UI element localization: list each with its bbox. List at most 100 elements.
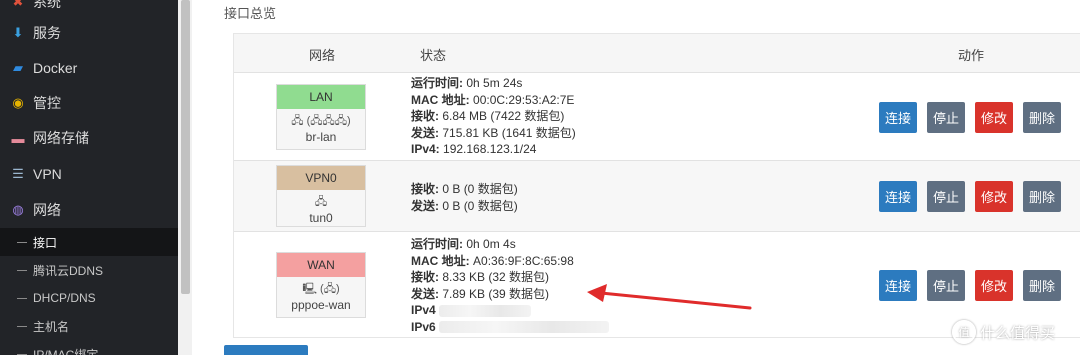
interface-card-wan: WAN 🖳 (🖧) pppoe-wan (276, 252, 366, 318)
connect-button[interactable]: 连接 (879, 181, 917, 212)
redacted-value (439, 321, 610, 334)
row-actions: 连接 停止 修改 删除 (879, 270, 1061, 301)
dash-icon (17, 241, 27, 243)
ethernet-port-icons: 🖧 (🖧🖧🖧) (291, 115, 351, 127)
dash-icon (17, 325, 27, 327)
table-row-lan: LAN 🖧 (🖧🖧🖧) br-lan 运行时间: 0h 5m 24s MAC 地… (234, 72, 1080, 161)
sidebar-item-network[interactable]: ◍ 网络 (0, 194, 178, 226)
interface-name: LAN (277, 85, 365, 109)
sidebar-scrollbar-thumb[interactable] (181, 0, 190, 294)
stop-button[interactable]: 停止 (927, 270, 965, 301)
interface-card-vpn0: VPN0 🖧 tun0 (276, 165, 366, 227)
sidebar-item-system[interactable]: ✖ 系统 (0, 0, 178, 18)
sidebar-subitem-ipmac[interactable]: IP/MAC绑定 (0, 340, 178, 355)
edit-button[interactable]: 修改 (975, 270, 1013, 301)
delete-button[interactable]: 删除 (1023, 181, 1061, 212)
status-label: IPv4: (411, 142, 440, 156)
edit-button[interactable]: 修改 (975, 181, 1013, 212)
status-label: 运行时间: (411, 76, 463, 90)
sidebar-subitem-label: IP/MAC绑定 (33, 347, 99, 355)
sidebar-item-services[interactable]: ⬇ 服务 (0, 17, 178, 49)
storage-icon: ▬ (11, 130, 25, 146)
column-header-status: 状态 (420, 48, 447, 63)
sidebar-item-label: 网络 (33, 202, 61, 218)
sidebar-subitem-label: 主机名 (33, 319, 70, 334)
section-title: 接口总览 (224, 6, 277, 21)
column-header-action: 动作 (958, 48, 985, 63)
list-icon: ☰ (12, 166, 24, 181)
sidebar-subitem-ddns[interactable]: 腾讯云DDNS (0, 256, 178, 284)
status-value: 0h 5m 24s (466, 76, 523, 90)
interface-device: br-lan (305, 130, 337, 144)
save-button-partial[interactable] (224, 345, 308, 355)
sidebar-item-label: Docker (33, 60, 78, 76)
status-label: 接收: (411, 270, 439, 284)
download-icon: ⬇ (12, 25, 24, 40)
interface-status: 运行时间: 0h 5m 24s MAC 地址: 00:0C:29:53:A2:7… (411, 75, 576, 158)
row-actions: 连接 停止 修改 删除 (879, 102, 1061, 133)
sidebar-item-label: 管控 (33, 95, 61, 111)
interface-status: 接收: 0 B (0 数据包) 发送: 0 B (0 数据包) (411, 181, 518, 214)
delete-button[interactable]: 删除 (1023, 270, 1061, 301)
status-label: IPv4 (411, 303, 436, 317)
status-label: 运行时间: (411, 237, 463, 251)
ethernet-port-icon: 🖧 (314, 196, 328, 208)
connect-button[interactable]: 连接 (879, 270, 917, 301)
sidebar-item-control[interactable]: ◉ 管控 (0, 87, 178, 119)
interface-name: VPN0 (277, 166, 365, 190)
interface-card-lan: LAN 🖧 (🖧🖧🖧) br-lan (276, 84, 366, 150)
table-header: 网络 状态 动作 (234, 34, 1080, 72)
status-label: MAC 地址: (411, 92, 470, 107)
dash-icon (17, 353, 27, 355)
status-value: 715.81 KB (1641 数据包) (442, 125, 576, 140)
watermark-logo-icon: 值 (952, 320, 976, 344)
ethernet-port-icons: 🖳 (🖧) (302, 283, 340, 295)
sidebar: ✖ 系统 ⬇ 服务 ▰ Docker ◉ 管控 ▬ 网络存储 ☰ VPN ◍ 网… (0, 0, 178, 355)
sidebar-subitem-dhcp[interactable]: DHCP/DNS (0, 284, 178, 312)
connect-button[interactable]: 连接 (879, 102, 917, 133)
stop-button[interactable]: 停止 (927, 102, 965, 133)
interface-device: pppoe-wan (291, 298, 351, 312)
shield-icon: ◉ (12, 95, 24, 110)
sidebar-subitem-interfaces[interactable]: 接口 (0, 228, 178, 256)
sidebar-item-docker[interactable]: ▰ Docker (0, 52, 178, 84)
sidebar-item-label: VPN (33, 166, 62, 182)
delete-button[interactable]: 删除 (1023, 102, 1061, 133)
dash-icon (17, 297, 27, 299)
status-label: 接收: (411, 109, 439, 123)
sidebar-item-label: 服务 (33, 25, 61, 41)
edit-button[interactable]: 修改 (975, 102, 1013, 133)
watermark-text: 什么值得买 (980, 324, 1056, 342)
sidebar-item-label: 网络存储 (33, 130, 89, 146)
status-value: A0:36:9F:8C:65:98 (473, 253, 574, 268)
interface-name: WAN (277, 253, 365, 277)
docker-icon: ▰ (13, 60, 23, 75)
status-value: 00:0C:29:53:A2:7E (473, 92, 575, 107)
annotation-arrow-icon (587, 284, 752, 310)
x-icon: ✖ (12, 0, 24, 9)
watermark: 值 什么值得买 (952, 320, 1055, 344)
status-label: MAC 地址: (411, 253, 470, 268)
status-value: 0 B (0 数据包) (442, 182, 518, 196)
status-label: 发送: (411, 286, 439, 301)
status-label: 发送: (411, 125, 439, 140)
column-header-network: 网络 (309, 48, 336, 63)
sidebar-item-label: 系统 (33, 0, 61, 10)
sidebar-subitem-hostname[interactable]: 主机名 (0, 312, 178, 340)
sidebar-item-vpn[interactable]: ☰ VPN (0, 158, 178, 190)
interface-status: 运行时间: 0h 0m 4s MAC 地址: A0:36:9F:8C:65:98… (411, 236, 610, 335)
status-value: 0 B (0 数据包) (442, 198, 518, 213)
status-value: 6.84 MB (7422 数据包) (442, 109, 565, 123)
sidebar-subitem-label: DHCP/DNS (33, 291, 96, 305)
redacted-value (439, 304, 532, 317)
stop-button[interactable]: 停止 (927, 181, 965, 212)
table-row-vpn0: VPN0 🖧 tun0 接收: 0 B (0 数据包) 发送: 0 B (0 数… (234, 160, 1080, 232)
status-value: 0h 0m 4s (466, 237, 516, 251)
status-label: 发送: (411, 198, 439, 213)
sidebar-subitem-label: 腾讯云DDNS (33, 263, 104, 278)
status-label: IPv6 (411, 319, 436, 334)
status-value: 192.168.123.1/24 (443, 142, 537, 156)
sidebar-item-nas[interactable]: ▬ 网络存储 (0, 122, 178, 154)
dash-icon (17, 269, 27, 271)
status-value: 8.33 KB (32 数据包) (442, 270, 550, 284)
